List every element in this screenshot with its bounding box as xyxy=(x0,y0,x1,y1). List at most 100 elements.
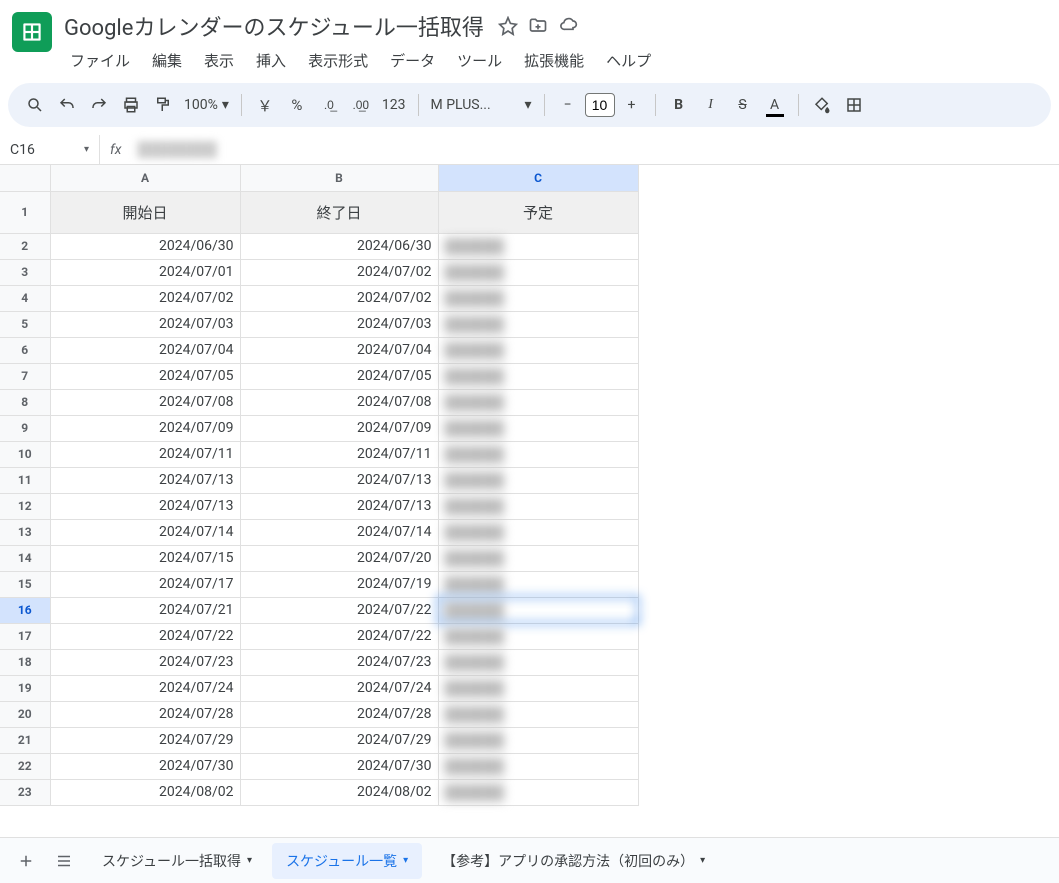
sheet-tab-2[interactable]: 【参考】アプリの承認方法（初回のみ）▾ xyxy=(428,843,719,879)
cell[interactable]: 2024/07/02 xyxy=(240,285,438,311)
menu-5[interactable]: データ xyxy=(380,46,445,75)
cell[interactable]: ██████ xyxy=(438,753,638,779)
row-header[interactable]: 4 xyxy=(0,285,50,311)
cell[interactable]: ██████ xyxy=(438,649,638,675)
row-header[interactable]: 20 xyxy=(0,701,50,727)
row-header[interactable]: 9 xyxy=(0,415,50,441)
cell[interactable]: 2024/07/08 xyxy=(50,389,240,415)
cell[interactable]: 2024/07/29 xyxy=(50,727,240,753)
cell[interactable]: 2024/08/02 xyxy=(50,779,240,805)
cell[interactable]: 2024/06/30 xyxy=(240,233,438,259)
bold-button[interactable]: B xyxy=(664,90,694,120)
menu-4[interactable]: 表示形式 xyxy=(298,46,378,75)
col-header-B[interactable]: B xyxy=(240,165,438,191)
cell[interactable]: 2024/07/17 xyxy=(50,571,240,597)
text-color-button[interactable]: A xyxy=(760,90,790,120)
cell[interactable]: 2024/07/13 xyxy=(50,493,240,519)
redo-icon[interactable] xyxy=(84,90,114,120)
cell[interactable]: ██████ xyxy=(438,675,638,701)
row-header[interactable]: 11 xyxy=(0,467,50,493)
row-header[interactable]: 6 xyxy=(0,337,50,363)
cell[interactable]: 2024/07/28 xyxy=(240,701,438,727)
cell[interactable]: 2024/07/30 xyxy=(50,753,240,779)
cell[interactable]: 2024/07/13 xyxy=(240,493,438,519)
cell[interactable]: 2024/07/28 xyxy=(50,701,240,727)
cell[interactable]: ██████ xyxy=(438,337,638,363)
cell[interactable]: 2024/07/11 xyxy=(50,441,240,467)
cell[interactable]: 2024/07/14 xyxy=(50,519,240,545)
cell[interactable]: 2024/07/03 xyxy=(50,311,240,337)
menu-1[interactable]: 編集 xyxy=(142,46,192,75)
cell[interactable]: 2024/07/22 xyxy=(240,623,438,649)
col-header-C[interactable]: C xyxy=(438,165,638,191)
number-format-button[interactable]: 123 xyxy=(378,97,410,113)
percent-format-button[interactable]: % xyxy=(282,90,312,120)
cell[interactable]: 2024/07/13 xyxy=(50,467,240,493)
cell[interactable]: ██████ xyxy=(438,545,638,571)
row-header[interactable]: 18 xyxy=(0,649,50,675)
cell[interactable]: 2024/07/11 xyxy=(240,441,438,467)
menu-2[interactable]: 表示 xyxy=(194,46,244,75)
cell[interactable]: 2024/07/09 xyxy=(50,415,240,441)
row-header[interactable]: 8 xyxy=(0,389,50,415)
formula-input[interactable]: ████████ xyxy=(131,141,1059,158)
cell[interactable]: ██████ xyxy=(438,779,638,805)
row-header[interactable]: 12 xyxy=(0,493,50,519)
cell[interactable]: 予定 xyxy=(438,191,638,233)
cell[interactable]: 2024/07/01 xyxy=(50,259,240,285)
sheet-tab-1[interactable]: スケジュール一覧▾ xyxy=(272,843,422,879)
search-icon[interactable] xyxy=(20,90,50,120)
cell[interactable]: 2024/07/15 xyxy=(50,545,240,571)
cell[interactable]: 2024/07/02 xyxy=(240,259,438,285)
cell[interactable]: 2024/07/23 xyxy=(50,649,240,675)
cell[interactable]: ██████ xyxy=(438,493,638,519)
row-header[interactable]: 15 xyxy=(0,571,50,597)
row-header[interactable]: 10 xyxy=(0,441,50,467)
cell[interactable]: 2024/07/22 xyxy=(240,597,438,623)
paint-format-icon[interactable] xyxy=(148,90,178,120)
cell[interactable]: ██████ xyxy=(438,441,638,467)
sheet-tab-0[interactable]: スケジュール一括取得▾ xyxy=(88,843,266,879)
menu-8[interactable]: ヘルプ xyxy=(596,46,661,75)
name-box[interactable]: C16▾ xyxy=(0,135,100,164)
cell[interactable]: 2024/07/03 xyxy=(240,311,438,337)
menu-3[interactable]: 挿入 xyxy=(246,46,296,75)
row-header[interactable]: 22 xyxy=(0,753,50,779)
cell[interactable]: 2024/07/24 xyxy=(240,675,438,701)
row-header[interactable]: 21 xyxy=(0,727,50,753)
italic-button[interactable]: I xyxy=(696,90,726,120)
cell[interactable]: 2024/07/22 xyxy=(50,623,240,649)
cell[interactable]: 2024/07/09 xyxy=(240,415,438,441)
increase-decimal-icon[interactable]: .0̲0 xyxy=(346,90,376,120)
cell[interactable]: 2024/07/05 xyxy=(50,363,240,389)
cell[interactable]: 2024/07/30 xyxy=(240,753,438,779)
cell[interactable]: ██████ xyxy=(438,285,638,311)
zoom-dropdown[interactable]: 100%▾ xyxy=(180,97,233,113)
row-header[interactable]: 3 xyxy=(0,259,50,285)
row-header[interactable]: 17 xyxy=(0,623,50,649)
select-all-corner[interactable] xyxy=(0,165,50,191)
cell[interactable]: ██████ xyxy=(438,571,638,597)
row-header[interactable]: 13 xyxy=(0,519,50,545)
row-header[interactable]: 5 xyxy=(0,311,50,337)
menu-7[interactable]: 拡張機能 xyxy=(514,46,594,75)
cell[interactable]: ██████ xyxy=(438,597,638,623)
cell[interactable]: 2024/07/23 xyxy=(240,649,438,675)
cell[interactable]: 2024/07/04 xyxy=(240,337,438,363)
menu-6[interactable]: ツール xyxy=(447,46,512,75)
fill-color-button[interactable] xyxy=(807,90,837,120)
row-header[interactable]: 2 xyxy=(0,233,50,259)
font-size-input[interactable] xyxy=(585,93,615,117)
cell[interactable]: 2024/07/05 xyxy=(240,363,438,389)
borders-button[interactable] xyxy=(839,90,869,120)
all-sheets-button[interactable] xyxy=(50,847,78,875)
row-header[interactable]: 1 xyxy=(0,191,50,233)
cloud-status-icon[interactable] xyxy=(558,16,578,36)
menu-0[interactable]: ファイル xyxy=(60,46,140,75)
cell[interactable]: ██████ xyxy=(438,623,638,649)
row-header[interactable]: 19 xyxy=(0,675,50,701)
currency-format-button[interactable]: ￥ xyxy=(250,90,280,120)
add-sheet-button[interactable] xyxy=(12,847,40,875)
cell[interactable]: ██████ xyxy=(438,727,638,753)
cell[interactable]: ██████ xyxy=(438,415,638,441)
